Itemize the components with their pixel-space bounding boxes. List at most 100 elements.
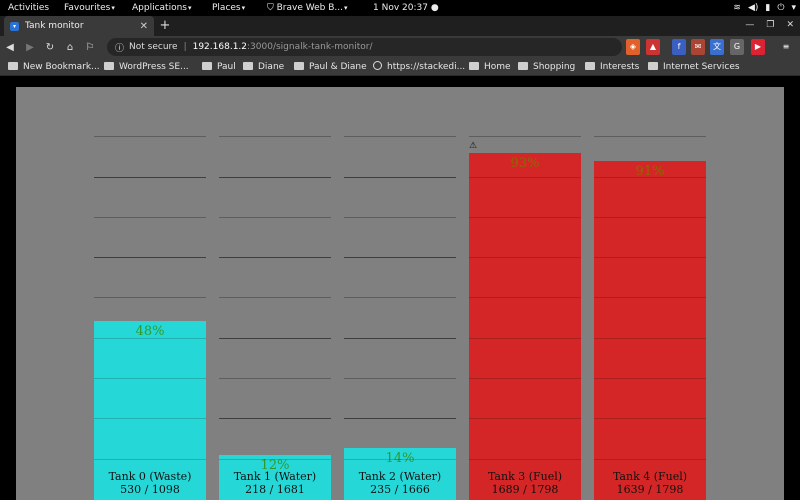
tank-label: Tank 2 (Water) 235 / 1666 (344, 470, 456, 496)
tank-scale-line (94, 136, 206, 137)
tank-reading: 530 / 1098 (120, 483, 180, 496)
new-tab-button[interactable]: + (158, 19, 172, 33)
tank-scale-line (219, 378, 331, 379)
extension-translate-icon[interactable]: 文 (710, 39, 724, 55)
bookmark-icon[interactable]: ⚐ (80, 42, 100, 53)
bookmark-item[interactable]: Home (469, 60, 511, 74)
tank-scale-line (94, 297, 206, 298)
url-host: 192.168.1.2 (192, 42, 248, 52)
places-label: Places (212, 3, 241, 13)
extension-video-icon[interactable]: ▶ (751, 39, 765, 55)
folder-icon (469, 62, 479, 70)
bookmark-label: WordPress SE... (119, 62, 189, 72)
tank-scale-line (219, 136, 331, 137)
folder-icon (294, 62, 304, 70)
forward-icon[interactable]: ▶ (20, 42, 40, 53)
bookmark-label: Diane (258, 62, 285, 72)
extension-grammar-icon[interactable]: G (730, 39, 744, 55)
tank-scale-line (469, 217, 581, 218)
bookmark-item[interactable]: WordPress SE... (104, 60, 189, 74)
bookmark-item[interactable]: Interests (585, 60, 639, 74)
window-controls: — ❐ ✕ (745, 20, 794, 30)
folder-icon (243, 62, 253, 70)
favourites-label: Favourites (64, 3, 111, 13)
tank-scale-line (94, 378, 206, 379)
tank-scale-line (219, 177, 331, 178)
clock[interactable]: 1 Nov 20:37 ● (373, 2, 439, 14)
navigation-bar: ◀ ▶ ↻ ⌂ ⚐ ⓘ Not secure | 192.168.1.2 :30… (0, 36, 800, 58)
tank-0: 48% Tank 0 (Waste) 530 / 1098 (94, 87, 206, 500)
tank-scale-line (469, 177, 581, 178)
bookmark-item[interactable]: Paul & Diane (294, 60, 367, 74)
chevron-down-icon: ▾ (241, 4, 246, 12)
folder-icon (202, 62, 212, 70)
minimize-icon[interactable]: — (745, 20, 754, 30)
close-window-icon[interactable]: ✕ (786, 20, 794, 30)
maximize-icon[interactable]: ❐ (766, 20, 774, 30)
bookmark-item[interactable]: https://stackedi... (373, 60, 465, 74)
tank-name: Tank 2 (Water) (358, 470, 442, 483)
tank-scale-line (219, 459, 331, 460)
bookmark-label: New Bookmark... (23, 62, 100, 72)
tank-scale-line (594, 297, 706, 298)
tank-scale-line (94, 338, 206, 339)
tank-scale-line (469, 136, 581, 137)
system-top-bar: Activities Favourites▾ Applications▾ Pla… (0, 0, 800, 16)
tank-name: Tank 1 (Water) (233, 470, 317, 483)
clock-label: 1 Nov 20:37 (373, 3, 428, 13)
bookmark-item[interactable]: Shopping (518, 60, 575, 74)
info-icon[interactable]: ⓘ (115, 41, 124, 54)
tank-reading: 1689 / 1798 (491, 483, 559, 496)
tank-scale-line (344, 217, 456, 218)
tank-scale-line (469, 459, 581, 460)
bookmark-item[interactable]: New Bookmark... (8, 60, 100, 74)
activities-button[interactable]: Activities (8, 2, 49, 14)
bookmarks-bar: New Bookmark... WordPress SE... Paul Dia… (0, 58, 800, 76)
favourites-menu[interactable]: Favourites▾ (64, 2, 115, 14)
chevron-down-icon: ▾ (791, 3, 796, 13)
tank-scale-line (594, 257, 706, 258)
places-menu[interactable]: Places▾ (212, 2, 245, 14)
tank-4: 91% Tank 4 (Fuel) 1639 / 1798 (594, 87, 706, 500)
tank-scale-line (219, 338, 331, 339)
bookmark-label: Interests (600, 62, 640, 72)
folder-icon (585, 62, 595, 70)
address-bar[interactable]: ⓘ Not secure | 192.168.1.2 :3000/signalk… (107, 38, 622, 56)
bookmark-item[interactable]: Paul (202, 60, 236, 74)
reload-icon[interactable]: ↻ (40, 42, 60, 53)
applications-menu[interactable]: Applications▾ (132, 2, 192, 14)
tank-scale-line (219, 257, 331, 258)
menu-icon[interactable]: ≡ (779, 39, 793, 55)
tank-reading: 1639 / 1798 (616, 483, 684, 496)
extension-f-icon[interactable]: f (672, 39, 686, 55)
tank-scale-line (344, 177, 456, 178)
tank-level-fill (594, 161, 706, 500)
brave-shields-icon[interactable]: ◈ (626, 39, 640, 55)
page-favicon-icon: ▾ (10, 21, 19, 31)
system-tray[interactable]: ≋ ◀) ▮ ⏻ ▾ (733, 2, 796, 14)
tank-name: Tank 3 (Fuel) (487, 470, 563, 483)
active-app-menu[interactable]: ⛉ Brave Web B...▾ (267, 2, 348, 14)
bookmark-label: Paul & Diane (309, 62, 367, 72)
folder-icon (104, 62, 114, 70)
volume-icon: ◀) (747, 3, 759, 13)
tank-scale-line (94, 459, 206, 460)
tank-scale-line (94, 257, 206, 258)
extension-mail-icon[interactable]: ✉ (691, 39, 705, 55)
brave-rewards-icon[interactable]: ▲ (646, 39, 660, 55)
bookmark-label: Shopping (533, 62, 576, 72)
back-icon[interactable]: ◀ (0, 42, 20, 53)
warning-icon: ⚠ (469, 141, 478, 151)
globe-icon (373, 61, 382, 70)
bookmark-item[interactable]: Internet Services (648, 60, 740, 74)
folder-icon (648, 62, 658, 70)
url-path: :3000/signalk-tank-monitor/ (247, 42, 373, 52)
tab-tank-monitor[interactable]: ▾ Tank monitor ✕ (4, 16, 154, 36)
chevron-down-icon: ▾ (187, 4, 192, 12)
tank-reading: 235 / 1666 (370, 483, 430, 496)
home-icon[interactable]: ⌂ (60, 42, 80, 53)
close-icon[interactable]: ✕ (140, 21, 148, 32)
tank-scale-line (94, 217, 206, 218)
power-icon: ⏻ (777, 3, 785, 13)
bookmark-item[interactable]: Diane (243, 60, 284, 74)
